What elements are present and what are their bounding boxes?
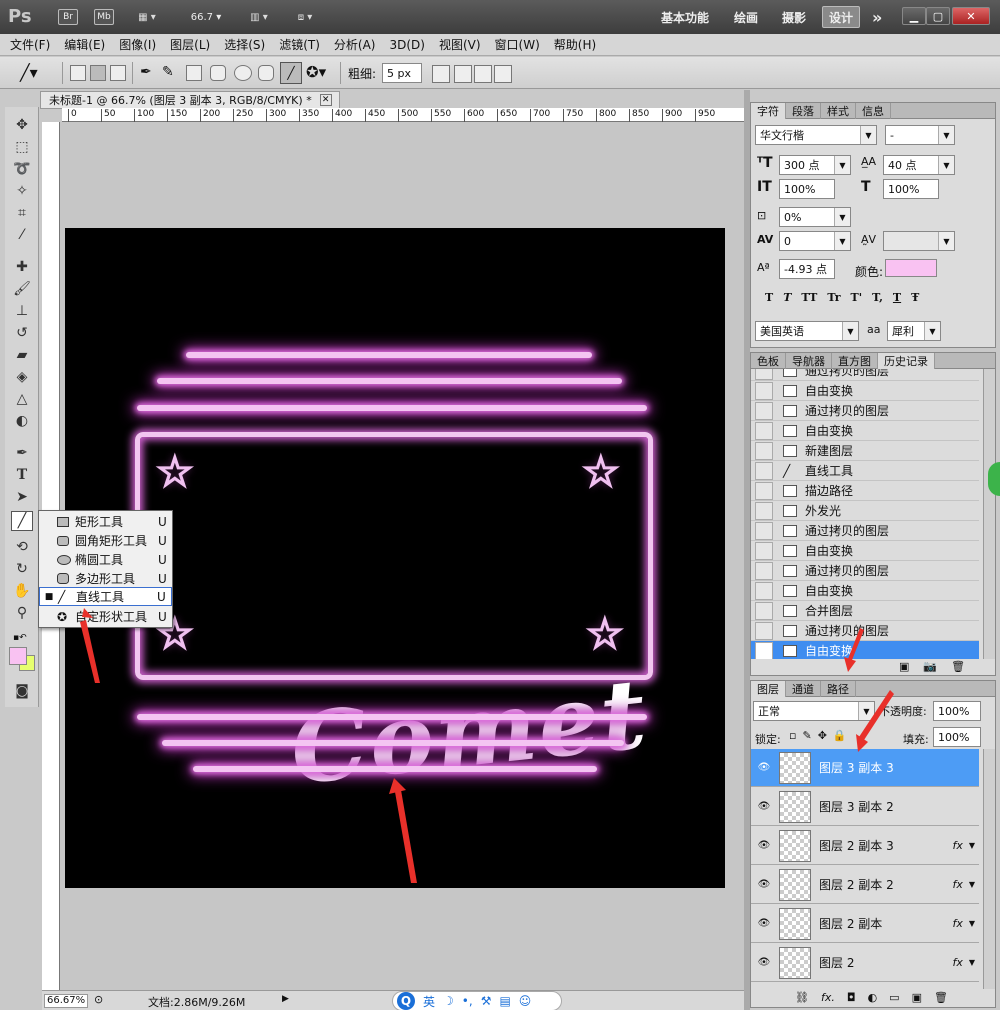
red-arrow [80,620,100,683]
red-arrow [848,628,864,660]
photoshop-window: Ps Br Mb ▦ ▾ 66.7 ▾ ▥ ▾ ⧈ ▾ 基本功能 绘画 摄影 设… [0,0,1000,1010]
red-arrow [859,690,894,740]
annotation-arrows [80,608,894,883]
red-arrow [395,790,417,883]
side-badge[interactable] [988,462,1000,496]
